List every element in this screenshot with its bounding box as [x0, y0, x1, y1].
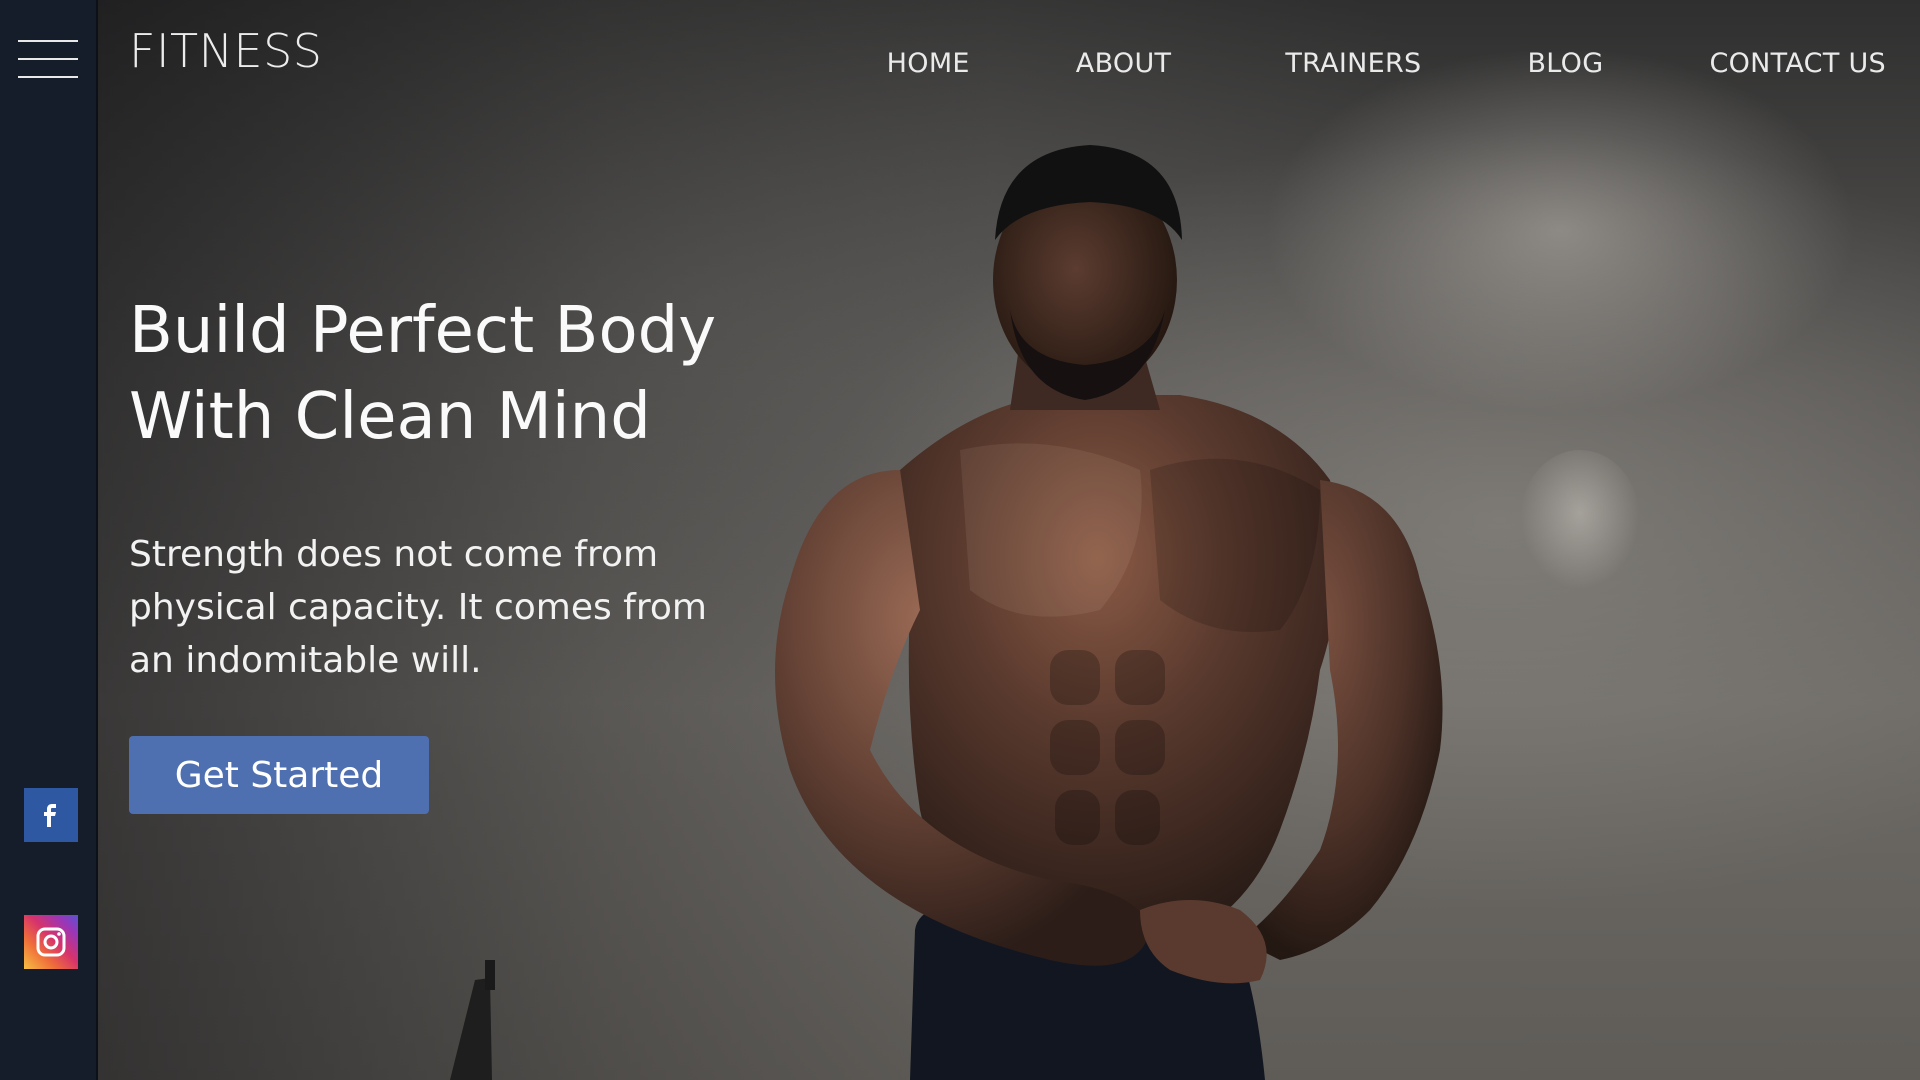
- facebook-icon[interactable]: [24, 788, 78, 842]
- nav-blog[interactable]: BLOG: [1527, 48, 1603, 79]
- instagram-icon[interactable]: [24, 915, 78, 969]
- site-logo[interactable]: FITNESS: [129, 24, 323, 78]
- top-nav: HOME ABOUT TRAINERS BLOG CONTACT US: [887, 48, 1886, 79]
- hero-headline: Build Perfect Body With Clean Mind: [129, 288, 769, 460]
- wall-light: [1520, 450, 1640, 590]
- left-sidebar: [0, 0, 98, 1080]
- facebook-glyph: [44, 804, 56, 827]
- hamburger-line: [18, 58, 78, 60]
- instagram-glyph: [36, 927, 66, 957]
- nav-home[interactable]: HOME: [887, 48, 970, 79]
- hamburger-menu-icon[interactable]: [18, 40, 78, 78]
- nav-about[interactable]: ABOUT: [1076, 48, 1172, 79]
- headline-line-1: Build Perfect Body: [129, 294, 717, 368]
- athlete-image: [775, 145, 1443, 1080]
- get-started-button[interactable]: Get Started: [129, 736, 429, 814]
- hero-subtitle: Strength does not come from physical cap…: [129, 534, 707, 681]
- hamburger-line: [18, 40, 78, 42]
- gym-equipment-silhouette: [450, 960, 495, 1080]
- nav-trainers[interactable]: TRAINERS: [1285, 48, 1421, 79]
- nav-contact-us[interactable]: CONTACT US: [1709, 48, 1886, 79]
- hamburger-line: [18, 76, 78, 78]
- headline-line-2: With Clean Mind: [129, 380, 651, 454]
